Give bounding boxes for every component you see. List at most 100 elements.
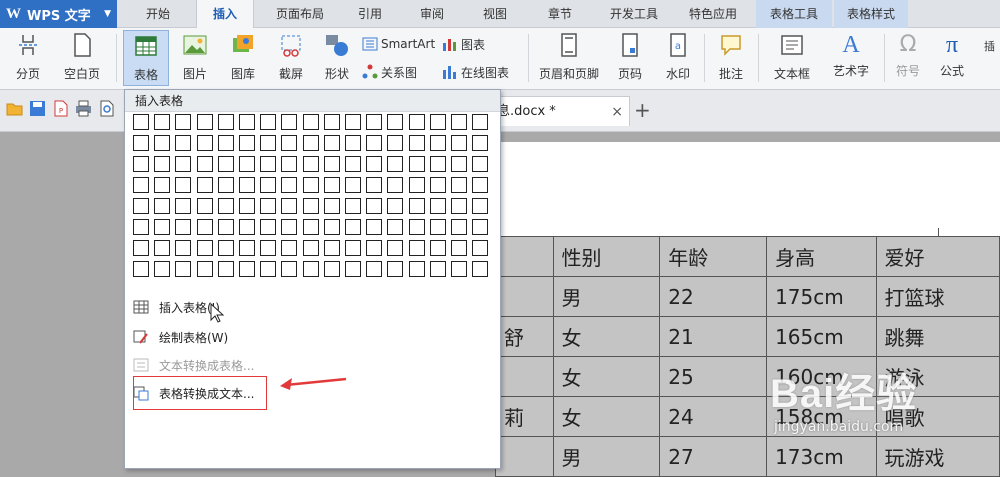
grid-cell[interactable] [196,114,213,130]
grid-cell[interactable] [217,261,234,277]
grid-cell[interactable] [260,198,277,214]
table-cell[interactable] [495,236,554,277]
blank-page-button[interactable]: 空白页 [54,30,110,86]
grid-cell[interactable] [302,198,319,214]
table-cell[interactable]: 25 [659,356,768,397]
grid-cell[interactable] [217,219,234,235]
grid-cell[interactable] [323,198,340,214]
grid-cell[interactable] [154,240,171,256]
grid-cell[interactable] [387,219,404,235]
grid-cell[interactable] [345,198,361,214]
grid-cell[interactable] [472,177,489,193]
grid-cell[interactable] [281,219,298,235]
tab-table-tools[interactable]: 表格工具 [756,0,832,28]
grid-cell[interactable] [196,261,213,277]
grid-cell[interactable] [408,156,425,172]
grid-cell[interactable] [345,114,361,130]
grid-cell[interactable] [451,198,467,214]
grid-cell[interactable] [154,219,171,235]
grid-cell[interactable] [217,114,234,130]
grid-cell[interactable] [451,135,467,151]
grid-cell[interactable] [429,261,446,277]
grid-cell[interactable] [323,261,340,277]
grid-cell[interactable] [429,219,446,235]
grid-cell[interactable] [239,219,255,235]
grid-cell[interactable] [366,177,383,193]
grid-cell[interactable] [196,135,213,151]
grid-cell[interactable] [451,156,467,172]
table-cell[interactable] [495,356,554,397]
shape-button[interactable]: 形状 [314,30,360,86]
table-cell[interactable]: 21 [659,316,768,357]
grid-cell[interactable] [472,135,489,151]
grid-cell[interactable] [281,114,298,130]
tab-home[interactable]: 开始 [126,0,190,28]
grid-cell[interactable] [408,177,425,193]
grid-cell[interactable] [154,156,171,172]
grid-cell[interactable] [323,114,340,130]
grid-cell[interactable] [302,219,319,235]
grid-cell[interactable] [175,261,192,277]
grid-cell[interactable] [366,219,383,235]
grid-cell[interactable] [472,156,489,172]
relation-chart-button[interactable]: 关系图 [362,62,417,82]
grid-cell[interactable] [281,156,298,172]
grid-cell[interactable] [217,135,234,151]
grid-cell[interactable] [323,156,340,172]
picture-button[interactable]: 图片 [172,30,218,86]
grid-cell[interactable] [429,114,446,130]
grid-cell[interactable] [387,240,404,256]
grid-cell[interactable] [133,198,149,214]
table-cell[interactable]: 165cm [766,316,877,357]
tab-table-style[interactable]: 表格样式 [834,0,908,28]
grid-cell[interactable] [239,261,255,277]
grid-cell[interactable] [408,114,425,130]
grid-cell[interactable] [387,261,404,277]
grid-cell[interactable] [133,261,149,277]
tab-developer[interactable]: 开发工具 [598,0,670,28]
smartart-button[interactable]: SmartArt [362,34,435,54]
menu-insert-table[interactable]: 插入表格(I) [133,296,220,318]
grid-cell[interactable] [133,156,149,172]
grid-cell[interactable] [408,135,425,151]
grid-cell[interactable] [175,114,192,130]
grid-cell[interactable] [302,114,319,130]
grid-cell[interactable] [366,198,383,214]
tab-insert[interactable]: 插入 [196,0,254,29]
grid-cell[interactable] [408,198,425,214]
tab-features[interactable]: 特色应用 [674,0,752,28]
table-cell[interactable]: 舒 [495,316,554,357]
grid-cell[interactable] [323,135,340,151]
table-cell[interactable]: 性别 [552,236,661,277]
tab-view[interactable]: 视图 [466,0,524,28]
header-footer-button[interactable]: 页眉和页脚 [534,30,604,86]
grid-cell[interactable] [366,135,383,151]
grid-cell[interactable] [196,177,213,193]
table-cell[interactable]: 身高 [766,236,877,277]
grid-cell[interactable] [175,219,192,235]
table-cell[interactable]: 打篮球 [875,276,1000,317]
grid-cell[interactable] [451,240,467,256]
close-tab-icon[interactable]: × [611,97,623,127]
grid-cell[interactable] [196,240,213,256]
grid-cell[interactable] [429,156,446,172]
grid-cell[interactable] [281,261,298,277]
grid-cell[interactable] [133,114,149,130]
grid-cell[interactable] [239,240,255,256]
grid-cell[interactable] [302,135,319,151]
grid-cell[interactable] [366,114,383,130]
grid-cell[interactable] [472,114,489,130]
table-cell[interactable]: 女 [552,396,661,437]
grid-cell[interactable] [302,240,319,256]
grid-cell[interactable] [387,114,404,130]
grid-cell[interactable] [196,219,213,235]
gallery-button[interactable]: 图库 [220,30,266,86]
grid-cell[interactable] [408,261,425,277]
grid-cell[interactable] [239,114,255,130]
tab-section[interactable]: 章节 [530,0,590,28]
grid-cell[interactable] [366,156,383,172]
new-tab-button[interactable]: + [634,98,651,122]
grid-cell[interactable] [133,240,149,256]
grid-cell[interactable] [408,219,425,235]
grid-cell[interactable] [260,219,277,235]
